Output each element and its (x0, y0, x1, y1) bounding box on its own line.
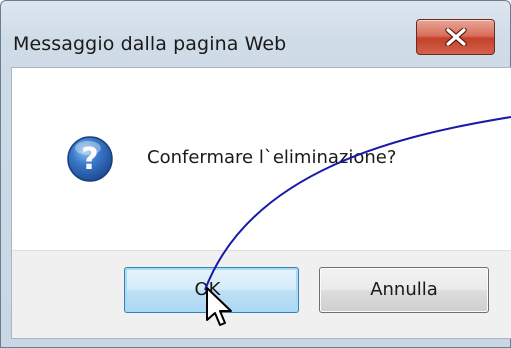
window-title: Messaggio dalla pagina Web (13, 33, 287, 55)
message-text: Confermare l`eliminazione? (147, 147, 397, 168)
message-area: ? Confermare l`eliminazione? (12, 68, 511, 251)
cancel-button-label: Annulla (370, 279, 438, 300)
svg-text:?: ? (81, 142, 98, 177)
dialog-body: ? Confermare l`eliminazione? OK Annulla (11, 67, 511, 339)
question-icon: ? (66, 135, 114, 183)
mouse-cursor-icon (203, 286, 237, 330)
close-icon (445, 28, 467, 46)
dialog-window: Messaggio dalla pagina Web ? Confermare … (0, 0, 511, 348)
close-button[interactable] (416, 19, 495, 55)
cancel-button[interactable]: Annulla (319, 267, 489, 313)
title-bar: Messaggio dalla pagina Web (1, 1, 511, 67)
